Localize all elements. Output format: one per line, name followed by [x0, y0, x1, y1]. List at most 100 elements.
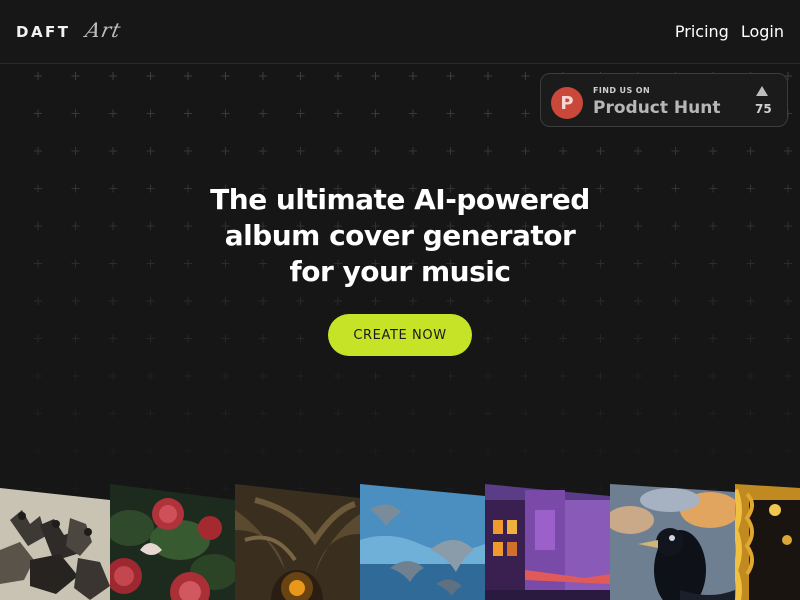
- album-cover-golden-frame[interactable]: [735, 480, 800, 600]
- grid-plus-mark: [409, 109, 417, 118]
- grid-plus-mark: [409, 297, 417, 305]
- grid-plus-mark: [71, 147, 80, 155]
- grid-plus-mark: [221, 409, 230, 418]
- grid-plus-mark: [671, 447, 680, 455]
- grid-plus-mark: [71, 297, 80, 305]
- grid-plus-mark: [521, 447, 530, 455]
- grid-plus-mark: [71, 409, 80, 418]
- grid-plus-mark: [184, 447, 192, 455]
- grid-plus-mark: [71, 72, 80, 80]
- grid-plus-mark: [184, 297, 192, 305]
- grid-plus-mark: [146, 147, 155, 155]
- grid-plus-mark: [34, 147, 42, 155]
- grid-plus-mark: [34, 409, 42, 418]
- grid-plus-mark: [409, 147, 417, 155]
- album-cover-raven[interactable]: [610, 480, 735, 600]
- grid-plus-mark: [484, 447, 492, 455]
- grid-plus-mark: [521, 409, 530, 418]
- grid-plus-mark: [371, 447, 380, 455]
- grid-plus-mark: [221, 109, 230, 118]
- nav-login-link[interactable]: Login: [741, 22, 784, 41]
- hero-section: The ultimate AI-powered album cover gene…: [0, 182, 800, 290]
- grid-plus-mark: [709, 409, 717, 418]
- grid-plus-mark: [146, 297, 155, 305]
- grid-plus-mark: [259, 372, 267, 380]
- grid-plus-mark: [71, 372, 80, 380]
- top-navbar: DAFT Art Pricing Login: [0, 0, 800, 64]
- grid-plus-mark: [784, 372, 792, 380]
- grid-plus-mark: [259, 409, 267, 418]
- daft-art-logo[interactable]: DAFT Art: [16, 18, 136, 48]
- grid-plus-mark: [109, 147, 117, 155]
- create-now-button[interactable]: CREATE NOW: [328, 314, 472, 356]
- grid-plus-mark: [184, 109, 192, 118]
- album-cover-neon-city[interactable]: [485, 480, 610, 600]
- grid-plus-mark: [221, 72, 230, 80]
- grid-plus-mark: [484, 372, 492, 380]
- grid-plus-mark: [34, 297, 42, 305]
- grid-plus-mark: [709, 372, 717, 380]
- grid-plus-mark: [521, 147, 530, 155]
- grid-plus-mark: [259, 297, 267, 305]
- grid-plus-mark: [446, 297, 455, 305]
- grid-plus-mark: [484, 109, 492, 118]
- grid-plus-mark: [446, 72, 455, 80]
- grid-plus-mark: [184, 334, 192, 343]
- grid-plus-mark: [521, 297, 530, 305]
- grid-plus-mark: [371, 297, 380, 305]
- album-cover-dolphins[interactable]: [360, 480, 485, 600]
- grid-plus-mark: [746, 147, 755, 155]
- landing-page: DAFT Art Pricing Login P FIND US ON Prod…: [0, 0, 800, 600]
- grid-plus-mark: [296, 372, 305, 380]
- grid-plus-mark: [446, 447, 455, 455]
- grid-plus-mark: [34, 334, 42, 343]
- grid-plus-mark: [184, 372, 192, 380]
- grid-plus-mark: [709, 297, 717, 305]
- grid-plus-mark: [296, 109, 305, 118]
- grid-plus-mark: [746, 297, 755, 305]
- logo-script: Art: [83, 18, 124, 42]
- grid-plus-mark: [596, 334, 605, 343]
- grid-plus-mark: [484, 147, 492, 155]
- grid-plus-mark: [559, 447, 567, 455]
- hero-title-line-1: The ultimate AI-powered: [210, 183, 590, 216]
- grid-plus-mark: [371, 72, 380, 80]
- album-cover-battle-sketch[interactable]: [0, 480, 110, 600]
- grid-plus-mark: [746, 409, 755, 418]
- grid-plus-mark: [296, 447, 305, 455]
- grid-plus-mark: [634, 409, 642, 418]
- grid-plus-mark: [146, 72, 155, 80]
- grid-plus-mark: [784, 447, 792, 455]
- grid-plus-mark: [559, 409, 567, 418]
- grid-plus-mark: [296, 409, 305, 418]
- product-hunt-logo-icon: P: [551, 87, 583, 119]
- grid-plus-mark: [521, 372, 530, 380]
- grid-plus-mark: [221, 297, 230, 305]
- grid-plus-mark: [634, 297, 642, 305]
- album-cover-forest-portal[interactable]: [235, 480, 360, 600]
- product-hunt-badge[interactable]: P FIND US ON Product Hunt 75: [540, 73, 788, 127]
- grid-plus-mark: [334, 409, 342, 418]
- grid-plus-mark: [71, 334, 80, 343]
- grid-plus-mark: [446, 147, 455, 155]
- grid-plus-mark: [146, 372, 155, 380]
- grid-plus-mark: [109, 72, 117, 80]
- product-hunt-kicker: FIND US ON: [593, 86, 651, 95]
- grid-plus-mark: [34, 109, 42, 118]
- album-covers-strip: [0, 480, 800, 600]
- grid-plus-mark: [409, 447, 417, 455]
- grid-plus-mark: [559, 147, 567, 155]
- grid-plus-mark: [784, 147, 792, 155]
- grid-plus-mark: [559, 372, 567, 380]
- grid-plus-mark: [371, 109, 380, 118]
- grid-plus-mark: [559, 334, 567, 343]
- album-cover-roses[interactable]: [110, 480, 235, 600]
- grid-plus-mark: [146, 109, 155, 118]
- grid-plus-mark: [446, 109, 455, 118]
- grid-plus-mark: [371, 147, 380, 155]
- grid-plus-mark: [371, 372, 380, 380]
- grid-plus-mark: [109, 297, 117, 305]
- grid-plus-mark: [34, 447, 42, 455]
- grid-plus-mark: [634, 334, 642, 343]
- nav-pricing-link[interactable]: Pricing: [675, 22, 729, 41]
